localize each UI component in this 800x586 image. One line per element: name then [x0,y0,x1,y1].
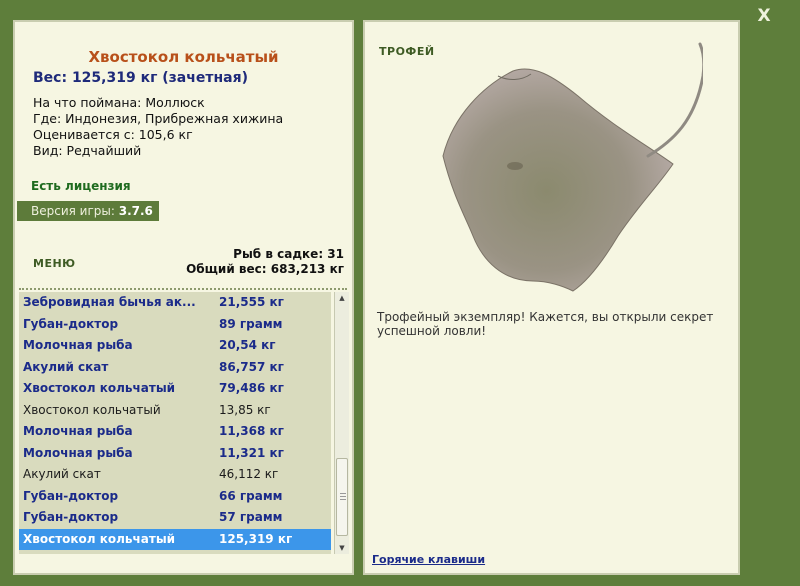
fish-row-name: Молочная рыба [23,338,133,352]
fish-row-name: Губан-доктор [23,488,119,503]
fish-row-weight: 13,85 кг [219,402,271,417]
fish-list-row[interactable]: Акулий скат 86,757 кг [19,357,331,379]
fish-list-row[interactable]: Губан-доктор 57 грамм [19,507,331,529]
fish-list-row[interactable]: Хвостокол кольчатый 13,85 кг [19,400,331,422]
rarity-text: Вид: Редчайший [33,143,142,158]
fish-list-row[interactable]: Молочная рыба 20,54 кг [19,335,331,357]
fish-row-name: Губан-доктор [23,510,119,524]
fish-row-weight: 86,757 кг [219,359,284,374]
trophy-panel: ТРОФЕЙ Трофейный экземпляр! Кажется, вы … [363,20,740,575]
grip-line [340,499,346,500]
fish-row-name: Хвостокол кольчатый [23,402,161,417]
fish-row-weight: 46,112 кг [219,467,279,481]
fish-list[interactable]: Зебровидная бычья ак... 21,555 кг Губан-до… [19,292,331,554]
fish-list-row[interactable]: Молочная рыба 11,321 кг [19,443,331,465]
keep-total-weight: Общий вес: 683,213 кг [186,262,344,276]
fish-row-name: Акулий скат [23,359,109,374]
grip-line [340,496,346,497]
location-text: Где: Индонезия, Прибрежная хижина [33,111,284,126]
fish-list-row[interactable]: Губан-доктор 66 грамм [19,486,331,508]
grip-line [340,493,346,494]
fish-row-name: Молочная рыба [23,445,133,460]
close-button[interactable]: X [754,6,774,26]
fish-row-name: Хвостокол кольчатый [23,381,176,395]
fish-row-weight: 11,321 кг [219,445,284,460]
fish-list-row[interactable]: Зебровидная бычья ак... 21,555 кг [19,292,331,314]
fish-row-name: Хвостокол кольчатый [23,531,176,546]
version-label: Версия игры: [31,204,119,218]
fish-list-row[interactable]: Акулий скат 46,112 кг [19,464,331,486]
fish-row-name: Акулий скат [23,467,101,481]
fish-list-row[interactable]: Хвостокол кольчатый 79,486 кг [19,378,331,400]
hotkeys-link[interactable]: Горячие клавиши [372,553,485,566]
fish-row-weight: 57 грамм [219,510,283,524]
divider [19,288,347,290]
fish-list-row[interactable]: Губан-доктор 89 грамм [19,314,331,336]
fish-row-weight: 89 грамм [219,316,283,331]
fish-row-weight: 66 грамм [219,488,283,503]
fish-row-name: Зебровидная бычья ак... [23,295,196,309]
fish-info-panel: Хвостокол кольчатый Вес: 125,319 кг (зач… [13,20,354,575]
fish-title: Хвостокол кольчатый [88,48,279,66]
scrollbar[interactable]: ▲ ▼ [334,292,349,554]
fish-weight: Вес: 125,319 кг (зачетная) [33,70,248,86]
version-number: 3.7.6 [118,204,153,218]
caught-on-text: На что поймана: Моллюск [33,95,205,110]
fish-list-row[interactable]: Хвостокол кольчатый 125,319 кг [19,528,331,550]
version-bar: Версия игры: 3.7.6 [17,201,159,221]
fish-row-weight: 21,555 кг [219,295,284,309]
license-status: Есть лицензия [31,179,131,193]
scroll-thumb[interactable] [336,458,348,536]
scroll-down-arrow-icon[interactable]: ▼ [335,542,349,554]
keep-count: Рыб в садке: 31 [233,247,344,261]
stingray-image [442,42,703,292]
trophy-description: Трофейный экземпляр! Кажется, вы открыли… [377,310,714,338]
value-text: Оценивается с: 105,6 кг [33,127,193,142]
fish-row-name: Молочная рыба [23,424,133,438]
fish-list-row[interactable]: Молочная рыба 11,368 кг [19,421,331,443]
keep-stats: Рыб в садке: 31 Общий вес: 683,213 кг [186,247,344,277]
menu-button[interactable]: МЕНЮ [33,257,76,270]
fish-row-weight: 20,54 кг [219,338,276,352]
fish-row-name: Губан-доктор [23,316,119,331]
scroll-up-arrow-icon[interactable]: ▲ [335,292,349,304]
fish-row-weight: 11,368 кг [219,424,284,438]
fish-row-weight: 125,319 кг [219,531,293,546]
fish-row-weight: 79,486 кг [219,381,284,395]
